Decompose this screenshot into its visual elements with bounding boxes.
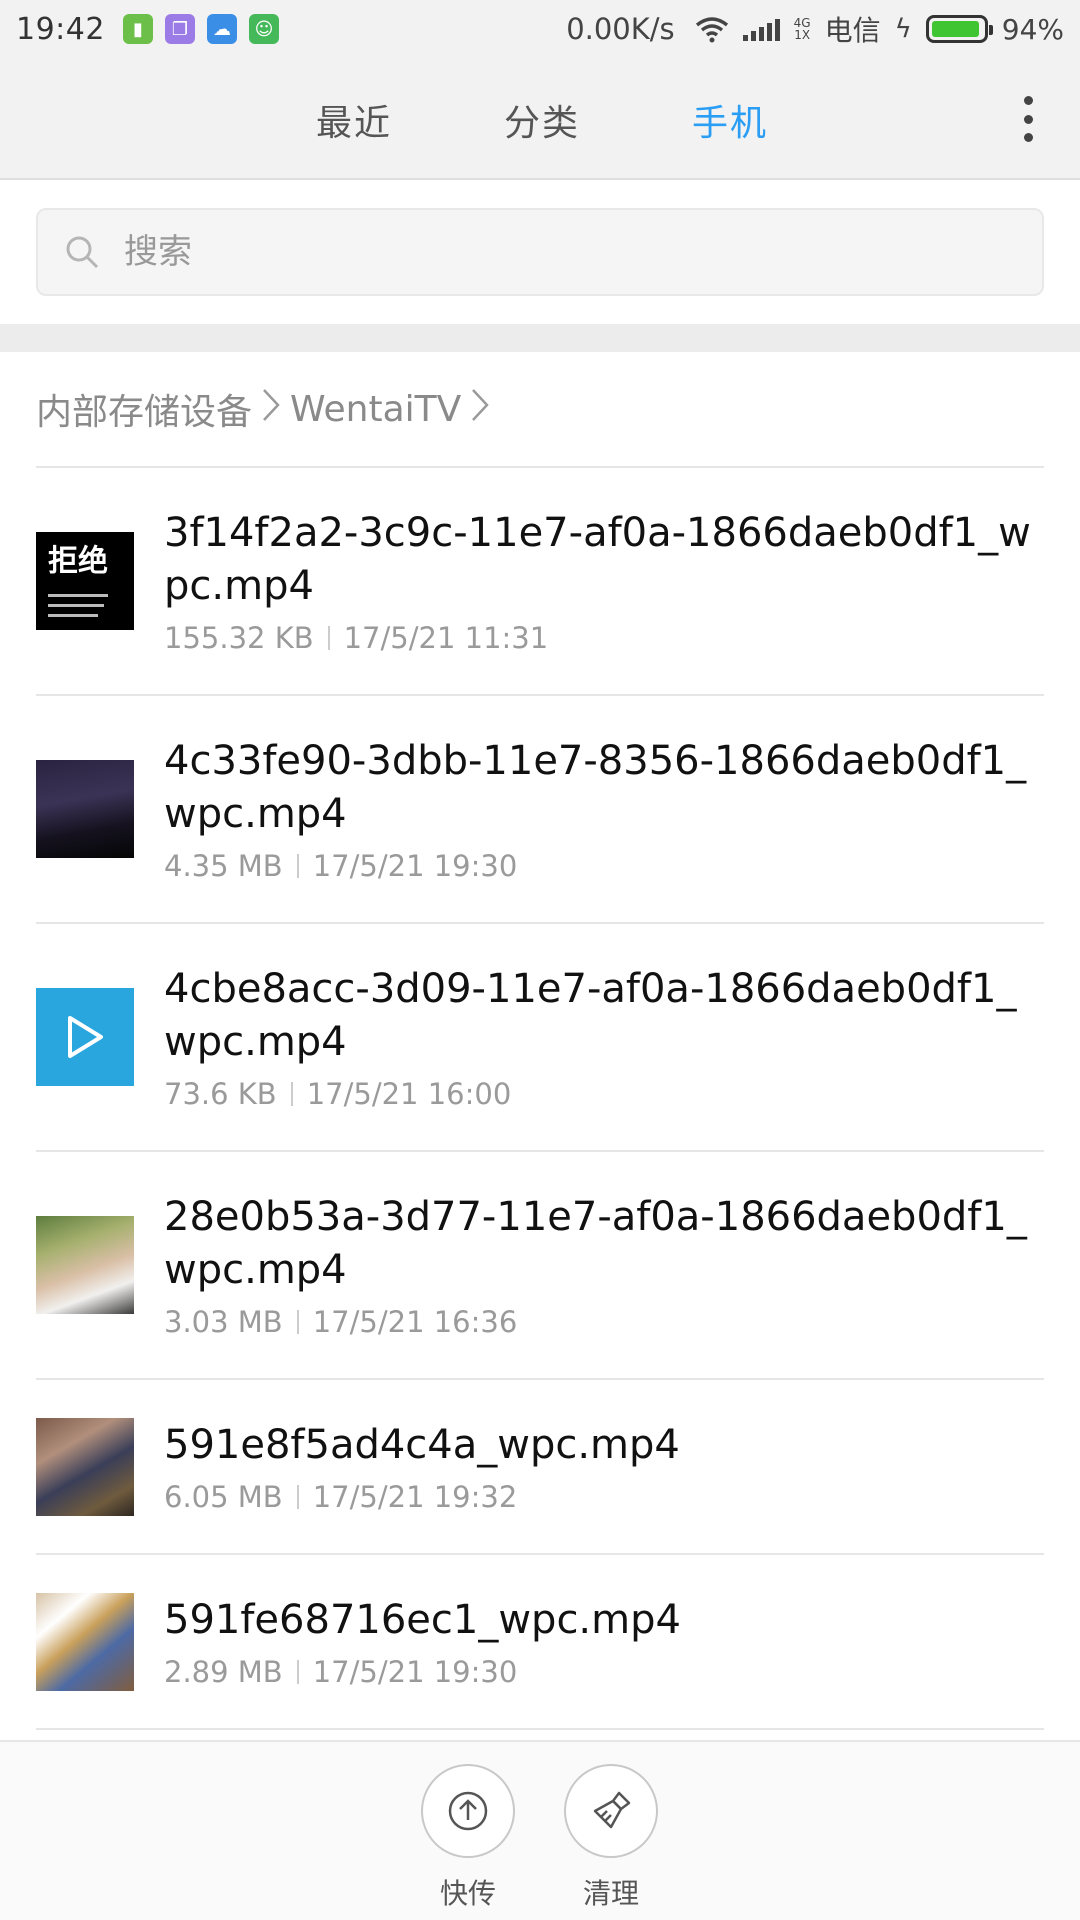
- more-options-icon[interactable]: [1018, 96, 1038, 142]
- video-thumbnail: [36, 760, 134, 858]
- tab-phone[interactable]: 手机: [692, 94, 768, 146]
- bottom-action-bar: 快传 清理: [0, 1740, 1080, 1920]
- file-name: 591e8f5ad4c4a_wpc.mp4: [164, 1422, 680, 1468]
- file-size: 2.89 MB: [164, 1655, 283, 1689]
- tab-bar: 最近 分类 手机: [0, 58, 1080, 180]
- tab-recent[interactable]: 最近: [316, 94, 392, 146]
- battery-icon: [925, 15, 993, 43]
- file-name: 591fe68716ec1_wpc.mp4: [164, 1597, 681, 1643]
- search-icon: [66, 236, 99, 269]
- file-size: 3.03 MB: [164, 1305, 283, 1339]
- file-size: 4.35 MB: [164, 849, 283, 883]
- breadcrumb-internal-storage[interactable]: 内部存储设备: [36, 383, 252, 435]
- video-thumbnail: [36, 1417, 134, 1516]
- sim-app-icon: ▮: [122, 14, 153, 44]
- transfer-button[interactable]: 快传: [420, 1764, 516, 1912]
- video-thumbnail: [36, 1216, 134, 1314]
- chevron-right-icon: [471, 388, 489, 431]
- net-speed: 0.00K/s: [566, 12, 675, 46]
- file-date: 17/5/21 19:32: [312, 1480, 518, 1514]
- wifi-icon: [695, 17, 728, 43]
- cloud-app-icon: ☁: [206, 14, 237, 44]
- status-bar: 19:42 ▮ ❐ ☁ ☺ 0.00K/s 4G 1X 电信 ϟ 94%: [0, 0, 1080, 58]
- thumbnail-title-text: 拒绝: [48, 544, 108, 579]
- file-name: 3f14f2a2-3c9c-11e7-af0a-1866daeb0df1_wpc…: [164, 510, 1031, 609]
- clean-button[interactable]: 清理: [563, 1764, 659, 1912]
- video-thumbnail: 拒绝: [36, 532, 134, 630]
- tab-category[interactable]: 分类: [504, 94, 580, 146]
- file-list: 拒绝 3f14f2a2-3c9c-11e7-af0a-1866daeb0df1_…: [36, 468, 1044, 1730]
- file-date: 17/5/21 16:36: [312, 1305, 518, 1339]
- file-name: 4cbe8acc-3d09-11e7-af0a-1866daeb0df1_wpc…: [164, 966, 1017, 1065]
- chevron-right-icon: [262, 388, 280, 431]
- upload-arrow-icon: [448, 1791, 488, 1831]
- breadcrumb-wentaitv[interactable]: WentaiTV: [290, 389, 461, 430]
- breadcrumb: 内部存储设备 WentaiTV: [36, 352, 1044, 468]
- file-date: 17/5/21 19:30: [312, 1655, 518, 1689]
- charging-icon: ϟ: [894, 14, 912, 44]
- file-name: 28e0b53a-3d77-11e7-af0a-1866daeb0df1_wpc…: [164, 1194, 1027, 1293]
- video-thumbnail: [36, 1592, 134, 1691]
- file-row[interactable]: 591e8f5ad4c4a_wpc.mp4 6.05 MB 17/5/21 19:…: [36, 1380, 1044, 1555]
- carrier-label: 电信: [824, 14, 881, 47]
- section-divider: [0, 324, 1080, 352]
- file-size: 155.32 KB: [164, 621, 314, 655]
- file-row[interactable]: 4c33fe90-3dbb-11e7-8356-1866daeb0df1_wpc…: [36, 696, 1044, 924]
- network-type: 4G 1X: [794, 17, 811, 41]
- file-row[interactable]: 拒绝 3f14f2a2-3c9c-11e7-af0a-1866daeb0df1_…: [36, 468, 1044, 696]
- file-row[interactable]: 591fe68716ec1_wpc.mp4 2.89 MB 17/5/21 19:…: [36, 1555, 1044, 1730]
- file-row[interactable]: 28e0b53a-3d77-11e7-af0a-1866daeb0df1_wpc…: [36, 1152, 1044, 1380]
- search-section: [0, 182, 1080, 324]
- transfer-label: 快传: [439, 1877, 496, 1910]
- network-type-bottom: 1X: [794, 28, 811, 42]
- signal-icon: [742, 17, 780, 41]
- file-name: 4c33fe90-3dbb-11e7-8356-1866daeb0df1_wpc…: [164, 738, 1027, 837]
- file-date: 17/5/21 16:00: [306, 1077, 512, 1111]
- search-input[interactable]: [124, 232, 924, 272]
- clean-circle[interactable]: [564, 1764, 658, 1858]
- file-row[interactable]: 4cbe8acc-3d09-11e7-af0a-1866daeb0df1_wpc…: [36, 924, 1044, 1152]
- search-box[interactable]: [36, 208, 1044, 296]
- play-icon: [68, 1016, 103, 1058]
- file-date: 17/5/21 19:30: [312, 849, 518, 883]
- file-size: 73.6 KB: [164, 1077, 277, 1111]
- clean-label: 清理: [582, 1877, 639, 1910]
- android-app-icon: ☺: [248, 14, 279, 44]
- file-date: 17/5/21 11:31: [343, 621, 549, 655]
- transfer-circle[interactable]: [421, 1764, 515, 1858]
- notes-app-icon: ❐: [164, 14, 195, 44]
- battery-percent: 94%: [1001, 12, 1064, 46]
- video-file-icon: [36, 988, 134, 1086]
- broom-icon: [593, 1791, 631, 1829]
- status-time: 19:42: [16, 11, 105, 47]
- file-size: 6.05 MB: [164, 1480, 283, 1514]
